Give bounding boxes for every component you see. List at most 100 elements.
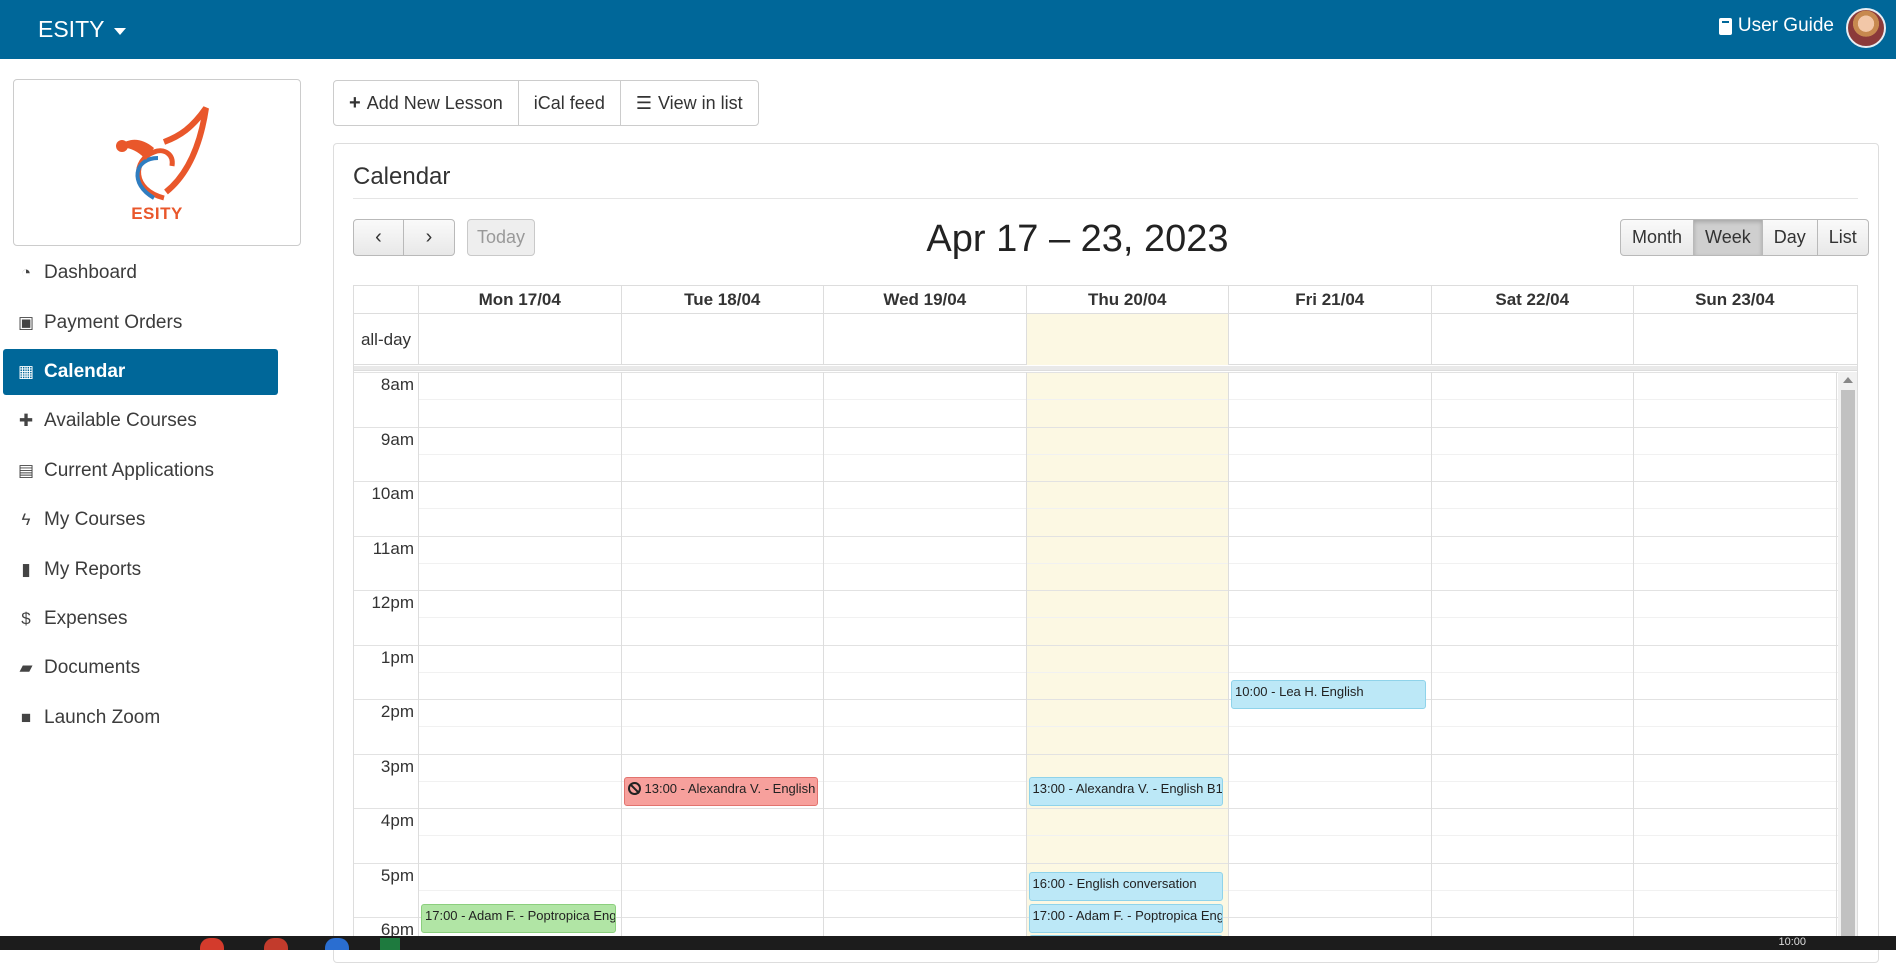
event-label: 13:00 - Alexandra V. - English B1-B2	[644, 781, 818, 796]
column-line	[1025, 372, 1027, 949]
calendar-nav-buttons: ‹ ›	[353, 219, 455, 256]
app-icon[interactable]	[264, 938, 288, 950]
sidebar-item-label: My Courses	[44, 509, 146, 530]
sidebar-item-label: Dashboard	[44, 262, 137, 283]
event-label: 17:00 - Adam F. - Poptropica English	[1032, 908, 1223, 923]
time-label: 11am	[372, 538, 414, 558]
app-icon[interactable]	[325, 938, 349, 950]
sidebar-item-launch-zoom[interactable]: ■ Launch Zoom	[16, 704, 160, 732]
calendar-event[interactable]: 13:00 - Alexandra V. - English B1-B2	[1028, 777, 1223, 806]
sidebar-item-my-courses[interactable]: ϟ My Courses	[16, 506, 146, 534]
column-line	[823, 372, 824, 949]
ical-feed-label: iCal feed	[533, 92, 605, 113]
time-label: 8am	[380, 375, 414, 394]
scrollbar-thumb[interactable]	[1841, 390, 1855, 949]
taskbar-clock: 10:00	[1778, 936, 1806, 948]
sidebar-item-label: Current Applications	[44, 460, 215, 481]
day-view-button[interactable]: Day	[1763, 220, 1818, 255]
grid-line	[354, 808, 418, 809]
grid-line	[354, 481, 418, 482]
event-label: 13:00 - Alexandra V. - English B1-B2	[1032, 781, 1223, 796]
dashboard-icon: ◔	[20, 263, 32, 282]
list-view-button[interactable]: List	[1818, 220, 1868, 255]
scroll-up-icon[interactable]	[1843, 377, 1853, 383]
grid-line	[418, 399, 1838, 401]
plus-icon: +	[349, 91, 361, 114]
allday-cell[interactable]	[1228, 314, 1431, 365]
video-icon: ■	[20, 708, 32, 727]
grid-line	[418, 590, 1838, 591]
chrome-icon[interactable]	[200, 938, 224, 950]
file-icon: ▮	[21, 560, 31, 579]
allday-cell[interactable]	[1633, 314, 1836, 365]
sidebar-item-label: My Reports	[44, 559, 142, 580]
brand-dropdown[interactable]: ESITY	[38, 16, 127, 43]
plus-icon: ✚	[18, 411, 34, 430]
ical-feed-button[interactable]: iCal feed	[519, 81, 621, 125]
logo-box: ESITY	[13, 79, 301, 246]
sidebar-item-payment-orders[interactable]: ▣ Payment Orders	[16, 309, 182, 337]
day-header: Sat 22/04	[1430, 286, 1634, 314]
calendar-icon: ▦	[17, 362, 35, 381]
grid-line	[354, 699, 418, 700]
top-navbar: ESITY User Guide	[0, 0, 1896, 59]
grid-line	[418, 835, 1838, 837]
app-icon[interactable]	[380, 938, 400, 950]
view-in-list-button[interactable]: ☰ View in list	[621, 81, 758, 125]
sidebar-item-label: Expenses	[44, 608, 128, 629]
grid-line	[354, 917, 418, 918]
calendar-event[interactable]: 10:00 - Lea H. English	[1231, 680, 1426, 709]
dollar-icon: $	[21, 609, 31, 628]
allday-cell[interactable]	[1430, 314, 1634, 365]
allday-row: all-day	[354, 314, 1857, 365]
sidebar-item-my-reports[interactable]: ▮ My Reports	[16, 556, 141, 584]
allday-cell[interactable]	[823, 314, 1026, 365]
sidebar-item-documents[interactable]: ▰ Documents	[16, 654, 140, 682]
time-label: 1pm	[380, 647, 414, 667]
day-header: Sun 23/04	[1633, 286, 1836, 314]
sidebar-item-label: Calendar	[44, 361, 126, 382]
calendar-event[interactable]: 17:00 - Adam F. - Poptropica English	[421, 904, 616, 933]
panel-title: Calendar	[353, 163, 451, 190]
add-new-lesson-button[interactable]: + Add New Lesson	[334, 81, 519, 125]
calendar-toolbar: + Add New Lesson iCal feed ☰ View in lis…	[333, 80, 759, 126]
column-line	[418, 372, 419, 949]
today-button[interactable]: Today	[467, 219, 535, 256]
week-view-button[interactable]: Week	[1694, 220, 1763, 255]
sidebar-item-expenses[interactable]: $ Expenses	[16, 605, 127, 633]
sidebar-item-current-applications[interactable]: ▤ Current Applications	[16, 457, 214, 485]
sidebar-item-calendar[interactable]: ▦ Calendar	[16, 358, 125, 386]
sidebar-item-available-courses[interactable]: ✚ Available Courses	[16, 407, 197, 435]
month-view-button[interactable]: Month	[1621, 220, 1695, 255]
sidebar-item-label: Available Courses	[44, 410, 197, 431]
allday-cell[interactable]	[620, 314, 824, 365]
column-line	[1633, 372, 1634, 949]
day-header-row: Mon 17/04 Tue 18/04 Wed 19/04 Thu 20/04 Fri …	[354, 286, 1857, 314]
user-guide-link[interactable]: User Guide	[1718, 15, 1834, 37]
day-header: Mon 17/04	[418, 286, 621, 314]
time-label: 5pm	[380, 865, 414, 885]
allday-cell[interactable]	[1025, 314, 1228, 365]
grid-line	[354, 644, 418, 646]
next-week-button[interactable]: ›	[404, 220, 454, 255]
calendar-event[interactable]: 17:00 - Adam F. - Poptropica English	[1028, 904, 1223, 933]
time-label: 10am	[371, 484, 414, 503]
allday-cell[interactable]	[418, 314, 621, 365]
day-header: Thu 20/04	[1025, 286, 1229, 314]
scrollbar[interactable]	[1838, 372, 1857, 949]
calendar-event[interactable]: 16:00 - English conversation	[1028, 872, 1223, 901]
cancelled-event[interactable]: 13:00 - Alexandra V. - English B1-B2	[623, 777, 818, 806]
grid-line	[418, 508, 1838, 510]
event-label: 16:00 - English conversation	[1032, 876, 1197, 891]
prev-week-button[interactable]: ‹	[354, 220, 404, 255]
caret-down-icon	[114, 27, 127, 35]
day-header: Wed 19/04	[823, 286, 1026, 314]
sidebar-item-dashboard[interactable]: ◔ Dashboard	[16, 259, 137, 287]
avatar[interactable]	[1846, 8, 1886, 48]
sidebar-item-label: Launch Zoom	[44, 707, 161, 728]
grid-line	[354, 862, 418, 864]
document-icon: ▤	[17, 461, 35, 480]
column-line	[620, 372, 622, 949]
column-line	[1228, 372, 1229, 949]
date-range-title: Apr 17 – 23, 2023	[926, 218, 1229, 260]
